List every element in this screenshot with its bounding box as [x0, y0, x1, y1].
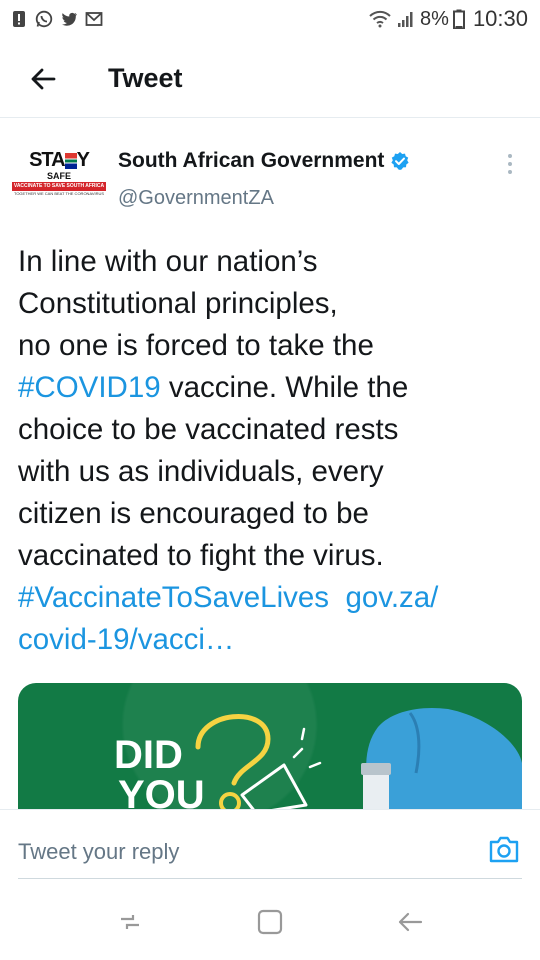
system-nav-bar [0, 884, 540, 960]
battery-percent: 8% [420, 7, 449, 30]
tweet-text-line: covid-19/vacci… [18, 619, 518, 661]
wifi-icon [369, 10, 391, 28]
avatar[interactable]: STA Y SAFE VACCINATE TO SAVE SOUTH AFRICA… [11, 149, 107, 203]
tweet-media-image[interactable]: DID YOU [18, 683, 522, 809]
verified-badge-icon [391, 152, 410, 170]
url-link-continued[interactable]: covid-19/vacci… [18, 623, 234, 656]
tweet-text-line: with us as individuals, every [18, 455, 384, 488]
author-handle[interactable]: @GovernmentZA [118, 187, 274, 210]
tweet-text-line: vaccinated to fight the virus. [18, 539, 384, 572]
media-illustration [195, 708, 522, 809]
author-name[interactable]: South African Government [118, 149, 410, 173]
hashtag-covid19-link[interactable]: #COVID19 [18, 371, 161, 404]
tweet-text-line: In line with our nation’s [18, 245, 318, 278]
megaphone-rays-icon [292, 727, 322, 769]
back-button[interactable] [0, 40, 86, 118]
home-icon [257, 909, 283, 935]
question-dot-icon [219, 792, 241, 809]
tweet-text: In line with our nation’s Constitutional… [18, 241, 518, 661]
author-name-text: South African Government [118, 149, 385, 172]
more-dot-icon [508, 154, 512, 158]
gloved-hand-icon [366, 708, 522, 809]
whatsapp-icon [35, 10, 53, 28]
battery-icon [452, 9, 465, 29]
recents-icon [121, 915, 139, 929]
avatar-banner: VACCINATE TO SAVE SOUTH AFRICA [11, 182, 107, 191]
avatar-logo-text-a: STA [29, 149, 66, 171]
more-dot-icon [508, 170, 512, 174]
back-icon [398, 912, 423, 932]
tweet-text-line: choice to be vaccinated rests [18, 413, 399, 446]
tweet-text-line: Constitutional principles, [18, 287, 338, 320]
more-dot-icon [508, 162, 512, 166]
media-text-did: DID [114, 733, 183, 777]
status-system: 8% 10:30 [368, 6, 528, 32]
question-mark-icon [195, 714, 271, 786]
vial-cap-icon [361, 763, 391, 775]
avatar-safe-text: SAFE [46, 171, 71, 181]
status-notifications [10, 10, 103, 28]
avatar-tagline: TOGETHER WE CAN BEAT THE CORONAVIRUS [13, 191, 105, 196]
avatar-logo-text-b: Y [76, 149, 90, 171]
tweet-text-line: #VaccinateToSaveLives gov.za/ [18, 577, 518, 619]
tweet-text-line: citizen is encouraged to be [18, 497, 369, 530]
media-text-you: YOU [118, 773, 205, 809]
arrow-left-icon [31, 68, 56, 89]
avatar-logo: STA Y [29, 149, 90, 171]
home-button[interactable] [250, 902, 290, 942]
reply-underline [18, 878, 522, 879]
gmail-icon [85, 12, 103, 26]
notification-icon [13, 11, 25, 27]
signal-icon [398, 12, 413, 27]
camera-icon[interactable] [488, 834, 520, 864]
reply-input[interactable] [18, 836, 458, 868]
reply-bar [0, 809, 540, 883]
tweet-text-line: #COVID19 vaccine. While the [18, 367, 518, 409]
clock-time: 10:30 [472, 6, 528, 31]
twitter-icon [62, 12, 77, 26]
nav-back-button[interactable] [390, 902, 430, 942]
recents-button[interactable] [110, 902, 150, 942]
more-options-button[interactable] [500, 149, 520, 179]
tweet-author-row: STA Y SAFE VACCINATE TO SAVE SOUTH AFRICA… [11, 149, 522, 219]
tweet: STA Y SAFE VACCINATE TO SAVE SOUTH AFRICA… [0, 119, 540, 809]
hashtag-vaccinate-link[interactable]: #VaccinateToSaveLives [18, 581, 329, 614]
sa-flag-icon [64, 152, 77, 169]
megaphone-icon [240, 763, 308, 809]
url-link[interactable]: gov.za/ [345, 581, 438, 614]
status-bar: 8% 10:30 [0, 0, 540, 38]
page-title: Tweet [108, 63, 183, 93]
app-header: Tweet [0, 40, 540, 118]
tweet-text-line: no one is forced to take the [18, 329, 374, 362]
tweet-text-fragment: vaccine. While the [160, 371, 409, 404]
